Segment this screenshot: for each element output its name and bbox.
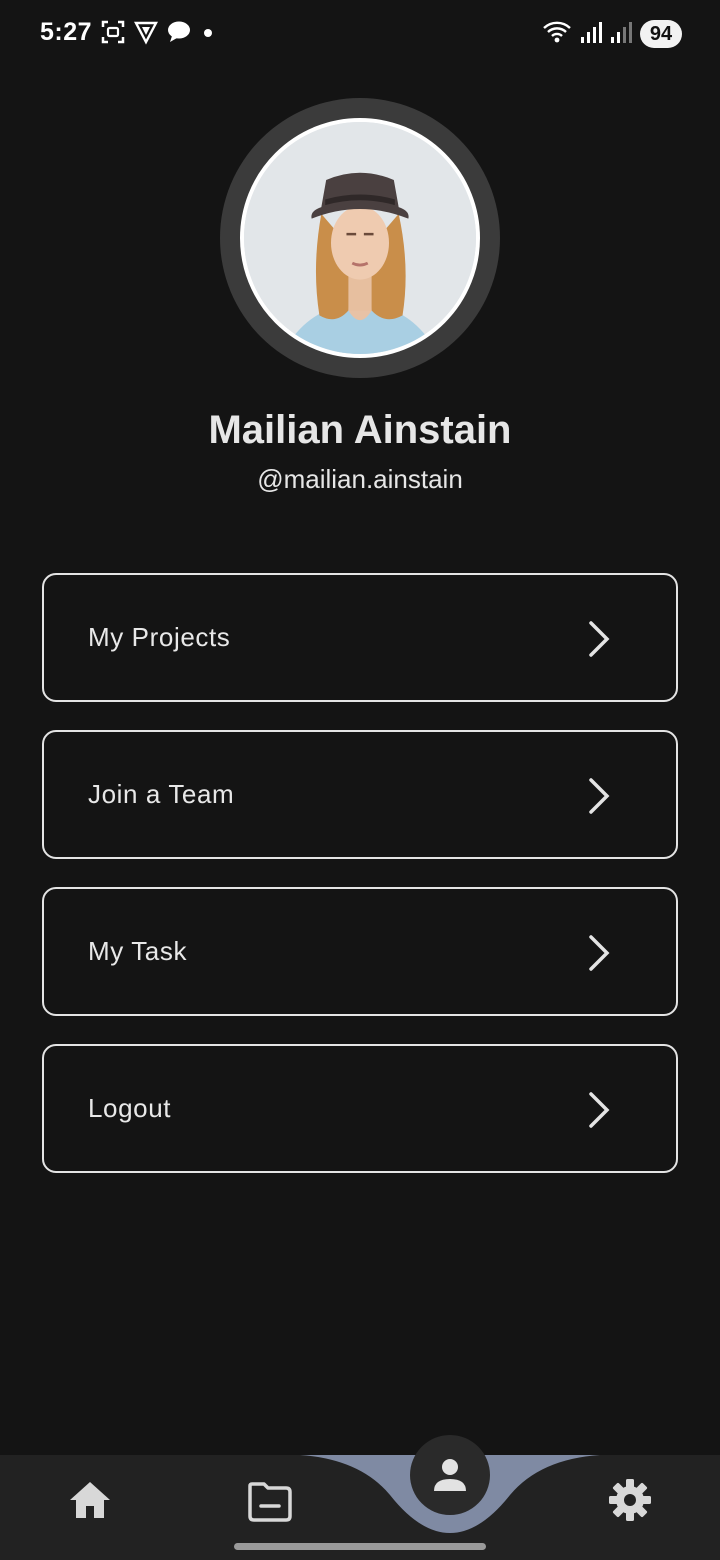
dot-icon <box>200 19 216 50</box>
menu-item-my-task[interactable]: My Task <box>42 887 678 1016</box>
profile-handle: @mailian.ainstain <box>257 464 463 494</box>
chevron-right-icon <box>589 935 610 971</box>
wifi-icon <box>542 19 572 50</box>
avatar-ring <box>220 98 500 378</box>
menu-item-label: Logout <box>88 1093 172 1123</box>
home-icon <box>70 1482 110 1518</box>
battery-icon: 94 <box>640 20 682 48</box>
menu-item-label: My Projects <box>88 622 231 652</box>
vpn-shield-icon <box>134 19 158 50</box>
chat-bubble-icon <box>166 19 192 50</box>
profile-screen: 5:27 94 Mailian Ainstain @mailian.ainsta… <box>0 0 720 1560</box>
settings-icon <box>609 1479 651 1521</box>
nav-settings-button[interactable] <box>602 1473 658 1527</box>
nav-tasks-button[interactable] <box>242 1473 298 1527</box>
chevron-right-icon <box>589 778 610 814</box>
signal-icon <box>580 19 602 50</box>
menu-item-my-projects[interactable]: My Projects <box>42 573 678 702</box>
folder-icon <box>248 1482 292 1522</box>
signal-icon <box>610 19 632 50</box>
chevron-right-icon <box>589 621 610 657</box>
menu-item-label: Join a Team <box>88 779 235 809</box>
profile-icon <box>434 1459 466 1491</box>
home-indicator[interactable] <box>234 1543 486 1550</box>
profile-name: Mailian Ainstain <box>208 408 512 452</box>
avatar[interactable] <box>240 118 480 358</box>
status-bar: 5:27 94 <box>0 0 720 68</box>
nav-profile-button[interactable] <box>410 1435 490 1515</box>
status-system-icons: 94 <box>542 18 682 50</box>
menu-item-join-a-team[interactable]: Join a Team <box>42 730 678 859</box>
status-time: 5:27 <box>40 18 93 46</box>
profile-menu: My Projects Join a Team My Task Logout <box>42 573 678 1201</box>
screenshot-icon <box>100 19 126 50</box>
chevron-right-icon <box>589 1092 610 1128</box>
status-notification-icons <box>100 20 216 48</box>
nav-home-button[interactable] <box>62 1475 118 1525</box>
menu-item-logout[interactable]: Logout <box>42 1044 678 1173</box>
menu-item-label: My Task <box>88 936 188 966</box>
